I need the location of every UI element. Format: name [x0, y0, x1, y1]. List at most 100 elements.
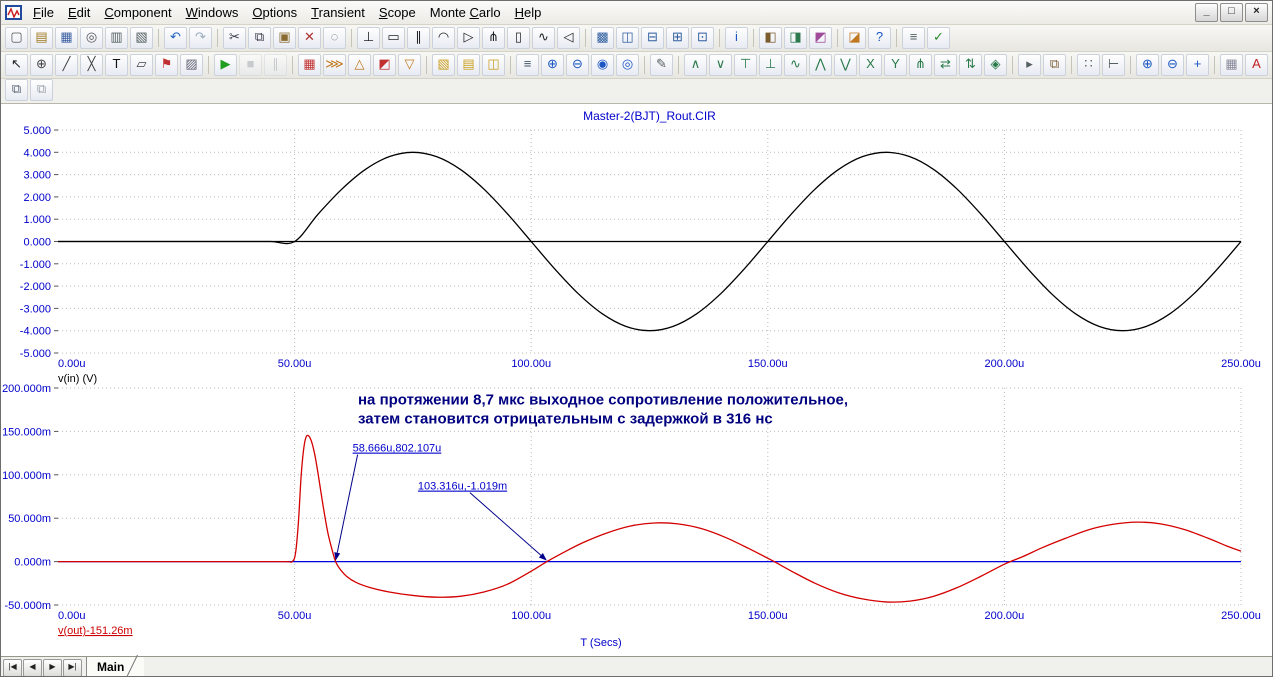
grid-toggle-icon[interactable]: ▦ [1220, 54, 1243, 76]
diagonal-wire-mode-icon[interactable]: ╳ [80, 54, 103, 76]
restore-button[interactable]: □ [1220, 3, 1243, 22]
ruler-icon[interactable]: ⊢ [1102, 54, 1125, 76]
wire-mode-icon[interactable]: ╱ [55, 54, 78, 76]
component-editor-icon[interactable]: ◧ [759, 27, 782, 49]
menu-file[interactable]: File [26, 2, 61, 23]
tile-horizontal-icon[interactable]: ⊟ [641, 27, 664, 49]
help-topics-icon[interactable]: ? [868, 27, 891, 49]
pause-analysis-icon[interactable]: ∥ [264, 54, 287, 76]
annotation-note-line-2[interactable]: затем становится отрицательным с задержк… [358, 410, 773, 427]
stepping-icon[interactable]: ⋙ [323, 54, 346, 76]
sine-source-component-icon[interactable]: ∿ [532, 27, 555, 49]
cursor-mode-icon[interactable]: ◎ [616, 54, 639, 76]
picture-mode-icon[interactable]: ▨ [180, 54, 203, 76]
reduce-data-points-icon[interactable]: ▽ [398, 54, 421, 76]
text-mode-icon[interactable]: T [105, 54, 128, 76]
font-color-icon[interactable]: A [1245, 54, 1268, 76]
package-editor-icon[interactable]: ◩ [809, 27, 832, 49]
global-high-icon[interactable]: ⋀ [809, 54, 832, 76]
menu-edit[interactable]: Edit [61, 2, 97, 23]
menu-component[interactable]: Component [97, 2, 178, 23]
menu-options[interactable]: Options [245, 2, 304, 23]
global-low-icon[interactable]: ⋁ [834, 54, 857, 76]
minimize-button[interactable]: _ [1195, 3, 1218, 22]
overlap-windows-icon[interactable]: ⊞ [666, 27, 689, 49]
clipboard-copy-visible-icon[interactable]: ⧉ [30, 79, 53, 101]
model-program-icon[interactable]: ◪ [843, 27, 866, 49]
redo-icon[interactable]: ↷ [189, 27, 212, 49]
open-circuit-icon[interactable]: ▤ [30, 27, 53, 49]
cut-icon[interactable]: ✂ [223, 27, 246, 49]
cursor-callout-label-2[interactable]: 103.316u,-1.019m [418, 481, 507, 493]
go-to-x-icon[interactable]: X [859, 54, 882, 76]
data-points-icon[interactable]: ∷ [1077, 54, 1100, 76]
pan-graph-icon[interactable]: + [1186, 54, 1209, 76]
shape-editor-icon[interactable]: ◨ [784, 27, 807, 49]
menu-windows[interactable]: Windows [179, 2, 246, 23]
inductor-component-icon[interactable]: ◠ [432, 27, 455, 49]
inflection-icon[interactable]: ∿ [784, 54, 807, 76]
point-tag-icon[interactable]: ◈ [984, 54, 1007, 76]
calculator-icon[interactable]: ≡ [902, 27, 925, 49]
new-circuit-icon[interactable]: ▢ [5, 27, 28, 49]
undo-icon[interactable]: ↶ [164, 27, 187, 49]
cursor-callout-label-1[interactable]: 58.666u,802.107u [353, 443, 442, 455]
menu-monte-carlo[interactable]: Monte Carlo [423, 2, 508, 23]
clipboard-copy-window-icon[interactable]: ⧉ [5, 79, 28, 101]
battery-component-icon[interactable]: ▯ [507, 27, 530, 49]
plot-region-1[interactable] [58, 130, 1241, 353]
check-model-icon[interactable]: ✓ [927, 27, 950, 49]
previous-page-button[interactable]: ◀ [23, 658, 42, 676]
flag-mode-icon[interactable]: ⚑ [155, 54, 178, 76]
properties-icon[interactable]: ✎ [650, 54, 673, 76]
clipboard-copy-icon[interactable]: ⧉ [1043, 54, 1066, 76]
tile-vertical-icon[interactable]: ◫ [616, 27, 639, 49]
slider-icon[interactable]: ◫ [482, 54, 505, 76]
optimizer-icon[interactable]: △ [348, 54, 371, 76]
tab-main[interactable]: Main [86, 654, 145, 676]
stop-analysis-icon[interactable]: ■ [239, 54, 262, 76]
next-simulation-data-icon[interactable]: ▸ [1018, 54, 1041, 76]
print-preview-icon[interactable]: ▥ [105, 27, 128, 49]
high-icon[interactable]: ⊤ [734, 54, 757, 76]
print-icon[interactable]: ▧ [130, 27, 153, 49]
peak-icon[interactable]: ∧ [684, 54, 707, 76]
select-mode-icon[interactable]: ↖ [5, 54, 28, 76]
3d-windows-icon[interactable]: ▧ [432, 54, 455, 76]
annotation-note-line-1[interactable]: на протяжении 8,7 мкс выходное сопротивл… [358, 391, 848, 408]
resistor-component-icon[interactable]: ▭ [382, 27, 405, 49]
state-variables-editor-icon[interactable]: ◩ [373, 54, 396, 76]
opamp-component-icon[interactable]: ◁ [557, 27, 580, 49]
paste-icon[interactable]: ▣ [273, 27, 296, 49]
save-circuit-icon[interactable]: ▦ [55, 27, 78, 49]
numeric-output-icon[interactable]: ≡ [516, 54, 539, 76]
graphics-mode-icon[interactable]: ▱ [130, 54, 153, 76]
clear-icon[interactable]: ✕ [298, 27, 321, 49]
next-page-button[interactable]: ▶ [43, 658, 62, 676]
menu-scope[interactable]: Scope [372, 2, 423, 23]
cascade-windows-icon[interactable]: ▩ [591, 27, 614, 49]
diode-component-icon[interactable]: ▷ [457, 27, 480, 49]
find-icon[interactable]: ◎ [80, 27, 103, 49]
last-page-button[interactable]: ▶| [63, 658, 82, 676]
maximize-window-icon[interactable]: ⊡ [691, 27, 714, 49]
magnifier-icon[interactable]: ◉ [591, 54, 614, 76]
transistor-component-icon[interactable]: ⋔ [482, 27, 505, 49]
analysis-limits-icon[interactable]: ▦ [298, 54, 321, 76]
go-to-y-icon[interactable]: Y [884, 54, 907, 76]
first-page-button[interactable]: |◀ [3, 658, 22, 676]
select-region-icon[interactable]: ◌ [323, 27, 346, 49]
valley-icon[interactable]: ∨ [709, 54, 732, 76]
menu-transient[interactable]: Transient [304, 2, 372, 23]
tag-left-right-icon[interactable]: ⇄ [934, 54, 957, 76]
capacitor-component-icon[interactable]: ∥ [407, 27, 430, 49]
zoom-out-icon[interactable]: ⊖ [566, 54, 589, 76]
go-to-branch-icon[interactable]: ⋔ [909, 54, 932, 76]
close-button[interactable]: × [1245, 3, 1268, 22]
zoom-out-graph-icon[interactable]: ⊖ [1161, 54, 1184, 76]
zoom-in-graph-icon[interactable]: ⊕ [1136, 54, 1159, 76]
menu-help[interactable]: Help [508, 2, 549, 23]
run-analysis-icon[interactable]: ▶ [214, 54, 237, 76]
tag-vertical-icon[interactable]: ⇅ [959, 54, 982, 76]
zoom-in-icon[interactable]: ⊕ [541, 54, 564, 76]
